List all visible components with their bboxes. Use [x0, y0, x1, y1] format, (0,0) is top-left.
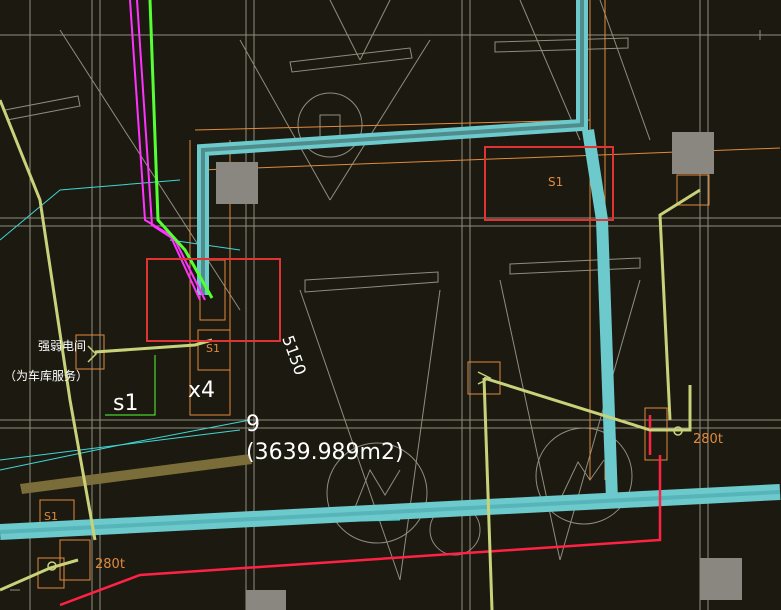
s1-tag-bottom: S1: [44, 510, 58, 523]
s1-left-label: s1: [113, 391, 138, 416]
area-number-label: 9: [246, 412, 260, 437]
room-note-line2: （为车库服务）: [4, 368, 88, 383]
tag-280-left: 280t: [95, 557, 125, 572]
cad-floor-plan: 9 (3639.989m2) 强弱电间 （为车库服务） s1 x4 5150 S…: [0, 0, 781, 610]
s1-tag-top: S1: [548, 175, 563, 189]
area-value-label: (3639.989m2): [246, 440, 404, 465]
tag-280-right: 280t: [693, 432, 723, 447]
s1-tag-mid: S1: [206, 342, 220, 355]
x4-label: x4: [188, 378, 215, 403]
room-note-line1: 强弱电间: [38, 339, 86, 353]
